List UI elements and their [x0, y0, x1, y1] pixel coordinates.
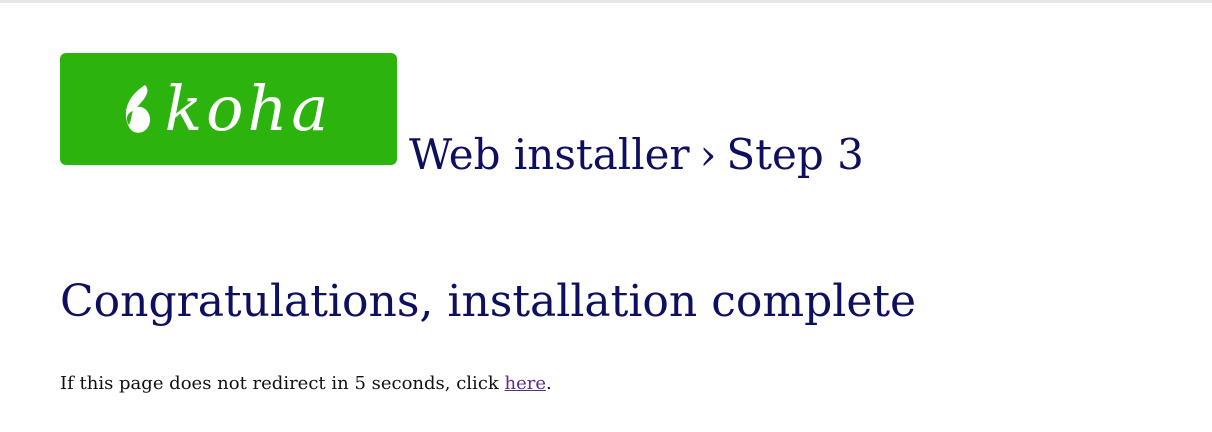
step-label: Step 3	[726, 130, 864, 179]
logo-text: koha	[164, 72, 333, 145]
redirect-prefix: If this page does not redirect in 5 seco…	[60, 373, 505, 394]
redirect-suffix: .	[546, 373, 552, 394]
installer-label: Web installer	[409, 130, 690, 179]
header: koha Web installer › Step 3	[60, 53, 864, 179]
koha-leaf-icon	[125, 85, 150, 133]
breadcrumb-separator: ›	[699, 130, 717, 179]
installer-breadcrumb: Web installer › Step 3	[409, 130, 864, 179]
page-title: Congratulations, installation complete	[60, 276, 917, 327]
installer-page: koha Web installer › Step 3 Congratulation…	[0, 0, 1212, 432]
redirect-here-link[interactable]: here	[505, 373, 547, 394]
koha-logo[interactable]: koha	[60, 53, 397, 165]
redirect-message: If this page does not redirect in 5 seco…	[60, 373, 552, 394]
